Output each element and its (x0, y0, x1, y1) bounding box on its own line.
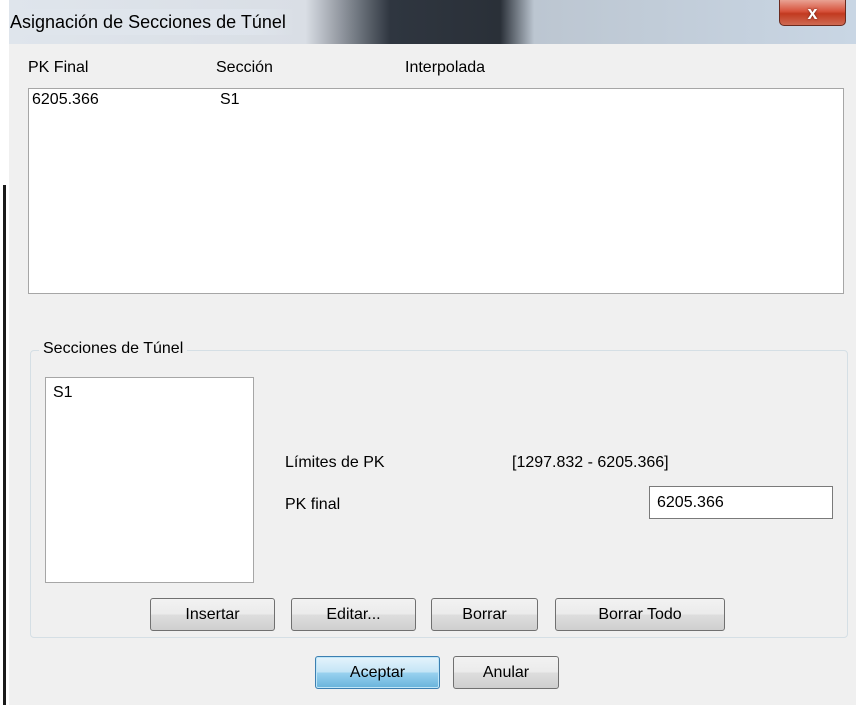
cancel-button[interactable]: Anular (453, 656, 559, 689)
column-header-pk-final[interactable]: PK Final (28, 58, 88, 78)
row-seccion: S1 (220, 91, 240, 108)
pk-limits-value: [1297.832 - 6205.366] (512, 454, 669, 471)
column-header-seccion[interactable]: Sección (216, 58, 273, 78)
pk-final-field[interactable] (649, 486, 833, 519)
sections-group-title: Secciones de Túnel (39, 338, 188, 360)
table-row[interactable]: 6205.366 S1 (29, 89, 843, 111)
accept-button[interactable]: Aceptar (315, 656, 440, 689)
title-bar[interactable]: Asignación de Secciones de Túnel x (9, 0, 856, 44)
insert-button[interactable]: Insertar (150, 598, 275, 631)
window-title: Asignación de Secciones de Túnel (9, 9, 294, 35)
list-item[interactable]: S1 (53, 384, 73, 402)
close-button[interactable]: x (779, 0, 846, 26)
delete-all-button[interactable]: Borrar Todo (555, 598, 725, 631)
dialog-client-area: PK Final Sección Interpolada 6205.366 S1… (9, 44, 856, 705)
assignments-list[interactable]: 6205.366 S1 (28, 88, 844, 294)
background-edge-bar (3, 185, 6, 705)
sections-list[interactable]: S1 (45, 377, 254, 583)
background-edge (0, 0, 9, 705)
row-pk-final: 6205.366 (32, 91, 99, 108)
edit-button[interactable]: Editar... (291, 598, 416, 631)
dialog-window: Asignación de Secciones de Túnel x PK Fi… (9, 0, 856, 705)
delete-button[interactable]: Borrar (431, 598, 538, 631)
pk-limits-label: Límites de PK (285, 454, 385, 471)
pk-final-label: PK final (285, 496, 341, 513)
close-icon: x (807, 2, 818, 23)
column-header-interpolada[interactable]: Interpolada (405, 58, 485, 78)
